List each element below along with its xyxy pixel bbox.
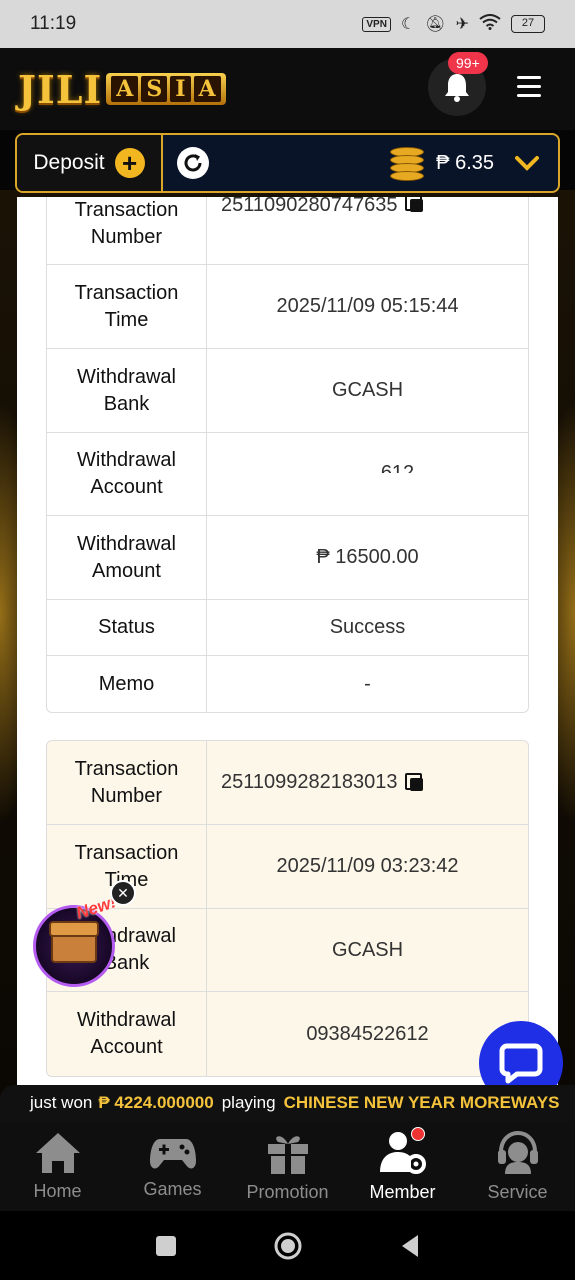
ticker-game: CHINESE NEW YEAR MOREWAYS — [283, 1093, 560, 1112]
row-label: Withdrawal Amount — [47, 516, 207, 599]
nav-promotion[interactable]: Promotion — [230, 1121, 345, 1211]
system-navigation — [0, 1211, 575, 1280]
nav-label: Home — [33, 1180, 82, 1201]
winners-ticker: just won ₱ 4224.000000 playing CHINESE N… — [0, 1085, 575, 1121]
table-row: Withdrawal Account 09384522612 — [47, 992, 528, 1076]
balance-value: ₱ 6.35 — [436, 151, 494, 174]
row-value: 2025/11/09 03:23:42 — [276, 855, 459, 877]
logo-letter: S — [141, 76, 168, 102]
ticker-amount: ₱ 4224.000000 — [98, 1093, 214, 1112]
nav-label: Member — [369, 1181, 436, 1202]
balance-display: ₱ 6.35 — [388, 143, 558, 183]
withdrawal-account: 612 — [380, 462, 415, 473]
copy-icon[interactable] — [405, 772, 425, 793]
row-label: Transaction Number — [47, 741, 207, 824]
bottom-navigation: Home Games Promotion Member Service — [0, 1121, 575, 1211]
promo-gift-button[interactable] — [33, 905, 115, 987]
row-value: ₱ 16500.00 — [316, 546, 419, 568]
table-row: Withdrawal Amount ₱ 16500.00 — [47, 516, 528, 600]
plus-icon: + — [114, 148, 145, 178]
nav-label: Games — [143, 1178, 202, 1199]
clock: 11:19 — [30, 13, 77, 34]
table-row: Withdrawal Bank GCASH — [47, 349, 528, 433]
row-label: Withdrawal Account — [47, 992, 207, 1076]
brand-logo[interactable]: JILI A S I A — [18, 67, 226, 112]
row-label: Transaction Time — [47, 265, 207, 348]
recents-icon[interactable] — [154, 1234, 178, 1258]
row-value: 2511099282183013 — [207, 741, 528, 824]
airplane-icon: ✈ — [455, 16, 469, 33]
back-icon[interactable] — [398, 1233, 422, 1259]
logo-letter: A — [111, 76, 139, 102]
row-value: GCASH — [331, 938, 404, 961]
status-icons: VPN ☾ 🔕︎ ✈ 27 — [362, 13, 545, 35]
logo-letter: I — [170, 76, 191, 102]
row-label: Withdrawal Account — [47, 433, 207, 515]
ticker-prefix: just won — [30, 1093, 93, 1112]
row-value: GCASH — [331, 379, 404, 401]
row-value: 612 — [207, 433, 528, 473]
nav-label: Promotion — [246, 1181, 329, 1202]
treasure-chest-icon — [49, 921, 99, 963]
status-bar: 11:19 VPN ☾ 🔕︎ ✈ 27 — [0, 0, 575, 48]
row-value: - — [364, 672, 371, 695]
chevron-down-icon[interactable] — [514, 155, 540, 171]
copy-icon[interactable] — [405, 197, 425, 214]
app-header: JILI A S I A 99+ — [0, 48, 575, 130]
row-label: Withdrawal Bank — [47, 349, 207, 432]
table-row: Withdrawal Bank GCASH — [47, 909, 528, 992]
row-label: Memo — [47, 656, 207, 712]
nav-member[interactable]: Member — [345, 1121, 460, 1211]
coins-icon — [388, 143, 428, 183]
transaction-number: 2511090280747635 — [221, 197, 398, 216]
mute-icon: 🔕︎ — [425, 16, 446, 33]
table-row: Status Success — [47, 600, 528, 656]
notification-badge: 99+ — [448, 52, 488, 74]
hamburger-menu-icon[interactable] — [517, 76, 541, 103]
row-label: Status — [47, 600, 207, 655]
wifi-icon — [479, 13, 501, 35]
moon-icon: ☾ — [400, 16, 416, 33]
close-icon[interactable]: ✕ — [110, 880, 136, 906]
home-circle-icon[interactable] — [273, 1231, 303, 1261]
row-label: Transaction Number — [47, 197, 207, 264]
nav-label: Service — [487, 1181, 548, 1202]
bell-icon — [445, 74, 469, 102]
deposit-label: Deposit — [33, 151, 105, 174]
table-row: Transaction Number 2511090280747635 — [47, 197, 528, 265]
nav-service[interactable]: Service — [460, 1121, 575, 1211]
withdrawal-record: Transaction Number 2511090280747635 Tran… — [46, 197, 529, 713]
battery-icon: 27 — [511, 15, 545, 33]
headset-icon — [497, 1130, 538, 1174]
transaction-number: 2511099282183013 — [221, 771, 398, 793]
home-icon — [35, 1132, 80, 1173]
table-row: Memo - — [47, 656, 528, 712]
row-value: 2025/11/09 05:15:44 — [276, 295, 459, 317]
gift-icon — [267, 1135, 308, 1174]
nav-games[interactable]: Games — [115, 1121, 230, 1211]
refresh-balance-button[interactable] — [177, 147, 209, 179]
row-value: 2511090280747635 — [207, 197, 528, 264]
vpn-icon: VPN — [362, 16, 391, 32]
member-notification-dot — [411, 1127, 425, 1141]
logo-jili: JILI — [18, 66, 103, 112]
deposit-button[interactable]: Deposit + — [17, 135, 163, 191]
nav-home[interactable]: Home — [0, 1121, 115, 1211]
wallet-bar: Deposit + ₱ 6.35 — [15, 133, 560, 193]
table-row: Transaction Number 2511099282183013 — [47, 741, 528, 825]
status-value: Success — [329, 616, 406, 638]
gamepad-icon — [149, 1138, 196, 1168]
logo-asia: A S I A — [106, 73, 226, 105]
chat-bubble-icon — [499, 1043, 543, 1084]
logo-letter: A — [193, 76, 221, 102]
table-row: Withdrawal Account 612 — [47, 433, 528, 516]
ticker-middle: playing — [221, 1093, 276, 1112]
refresh-icon — [184, 154, 202, 172]
table-row: Transaction Time 2025/11/09 05:15:44 — [47, 265, 528, 349]
